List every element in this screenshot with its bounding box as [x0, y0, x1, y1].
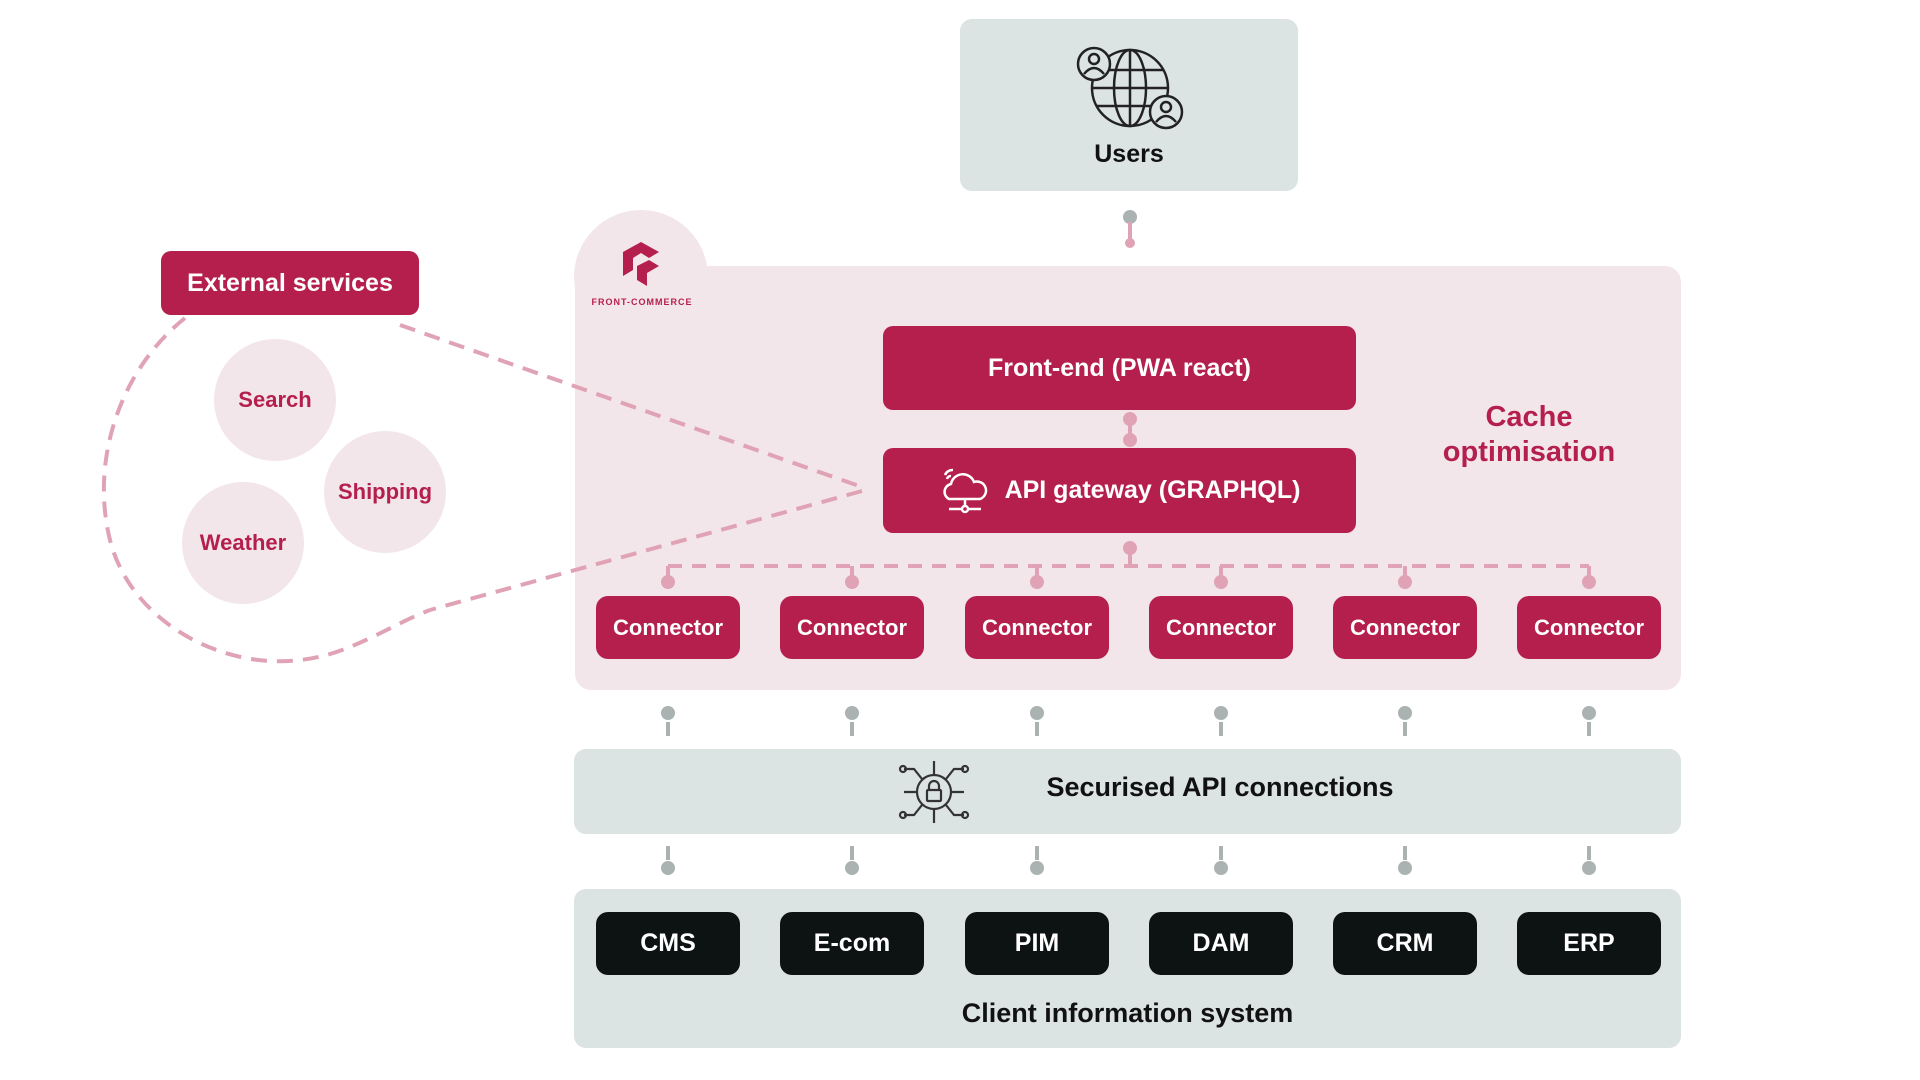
link-dot: [845, 861, 859, 875]
cache-line-1: Cache: [1485, 401, 1573, 433]
lock-circuit-icon: [898, 761, 970, 823]
cache-label: Cache optimisation: [1400, 400, 1658, 470]
bus-stubs: [661, 566, 1596, 589]
connector-box: Connector: [1333, 596, 1477, 659]
secured-label: Securised API connections: [1046, 772, 1394, 802]
system-box: DAM: [1149, 912, 1293, 975]
system-box: ERP: [1517, 912, 1661, 975]
bus-dot: [1398, 575, 1412, 589]
cloud-network-icon: [942, 468, 987, 513]
link-dot: [1030, 706, 1044, 720]
client-label: Client information system: [961, 998, 1294, 1028]
connector-box: Connector: [1517, 596, 1661, 659]
link-dot: [845, 706, 859, 720]
link-dot: [1398, 861, 1412, 875]
users-link: [1123, 210, 1137, 248]
link-dot: [1214, 706, 1228, 720]
connector-box: Connector: [780, 596, 924, 659]
link-dot: [1214, 861, 1228, 875]
cache-line-2: optimisation: [1442, 436, 1616, 468]
bus-dot: [1214, 575, 1228, 589]
users-label: Users: [1094, 140, 1164, 168]
globe-users-icon: [1076, 46, 1184, 130]
service-weather: Weather: [182, 482, 304, 604]
system-box: PIM: [965, 912, 1109, 975]
external-link-bottom: [429, 489, 863, 612]
bus-dot: [661, 575, 675, 589]
api-gateway-label: API gateway (GRAPHQL): [1004, 476, 1301, 504]
frontend-box: Front-end (PWA react): [883, 326, 1356, 410]
connector-box: Connector: [965, 596, 1109, 659]
bus-dot: [1582, 575, 1596, 589]
logo-text: FRONT-COMMERCE: [591, 297, 693, 307]
link-dot: [1398, 706, 1412, 720]
connector-box: Connector: [596, 596, 740, 659]
system-box: CMS: [596, 912, 740, 975]
service-search: Search: [214, 339, 336, 461]
link-dot: [1582, 861, 1596, 875]
link-dot: [661, 861, 675, 875]
link-dot: [661, 706, 675, 720]
front-commerce-logo-icon: [623, 242, 659, 286]
external-link-top: [399, 323, 863, 489]
connector-box: Connector: [1149, 596, 1293, 659]
service-shipping: Shipping: [324, 431, 446, 553]
api-gateway-box: API gateway (GRAPHQL): [883, 448, 1356, 533]
system-box: E-com: [780, 912, 924, 975]
link-dot: [1582, 706, 1596, 720]
external-services-box: External services: [161, 251, 419, 315]
bus-dot: [1030, 575, 1044, 589]
system-box: CRM: [1333, 912, 1477, 975]
link-dot: [1030, 861, 1044, 875]
bus-dot: [845, 575, 859, 589]
